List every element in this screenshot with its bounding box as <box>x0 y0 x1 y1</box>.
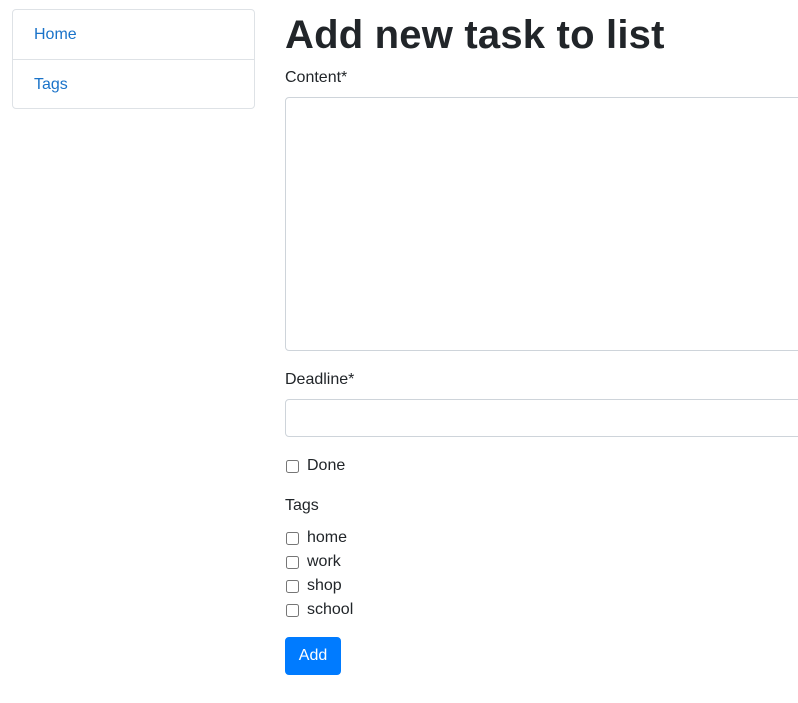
content-label: Content* <box>285 69 348 86</box>
tag-row-school: school <box>285 600 353 620</box>
done-label: Done <box>307 457 346 474</box>
tag-checkbox-work[interactable] <box>286 555 299 569</box>
deadline-label: Deadline* <box>285 371 355 388</box>
done-checkbox[interactable] <box>286 459 299 473</box>
tag-checkbox-home[interactable] <box>286 531 299 545</box>
done-row: Done <box>285 456 345 476</box>
tag-label-work: work <box>307 553 341 570</box>
sidebar-item-home[interactable]: Home <box>13 10 254 59</box>
sidebar: Home Tags <box>12 9 255 109</box>
tag-row-home: home <box>285 528 347 548</box>
tag-label-school: school <box>307 601 354 618</box>
add-button[interactable]: Add <box>285 637 341 675</box>
tag-checkbox-shop[interactable] <box>286 579 299 593</box>
content-textarea[interactable] <box>285 97 798 351</box>
page-title: Add new task to list <box>285 13 665 57</box>
tag-row-work: work <box>285 552 341 572</box>
sidebar-item-tags[interactable]: Tags <box>13 59 254 108</box>
deadline-input[interactable] <box>285 399 798 437</box>
tag-label-home: home <box>307 529 348 546</box>
tag-label-shop: shop <box>307 577 342 594</box>
tag-row-shop: shop <box>285 576 342 596</box>
tag-checkbox-school[interactable] <box>286 603 299 617</box>
tags-label: Tags <box>285 497 319 514</box>
